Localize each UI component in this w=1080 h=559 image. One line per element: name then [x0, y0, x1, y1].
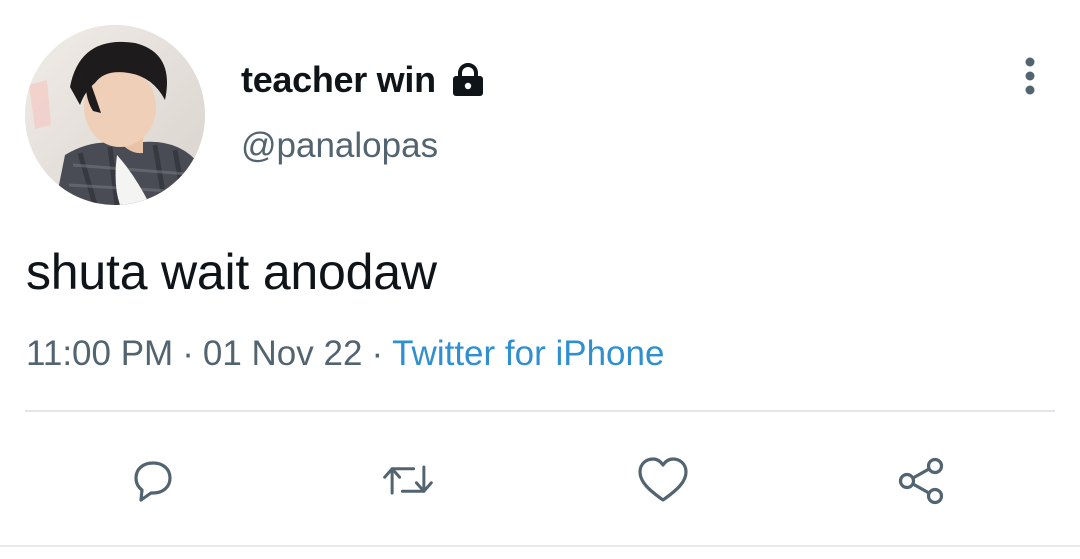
more-options-icon[interactable]	[1010, 56, 1050, 100]
lock-icon	[450, 62, 486, 98]
display-name[interactable]: teacher win	[241, 58, 436, 102]
reply-button[interactable]	[125, 452, 181, 508]
tweet-source-link[interactable]: Twitter for iPhone	[392, 334, 664, 373]
tweet-date: 01 Nov 22	[202, 334, 363, 373]
avatar-photo	[25, 25, 205, 205]
comment-bubble-icon	[134, 461, 172, 502]
tweet-meta: 11:00 PM · 01 Nov 22 · Twitter for iPhone	[26, 332, 664, 376]
like-button[interactable]	[635, 452, 691, 508]
retweet-arrows-icon	[383, 465, 433, 495]
share-button[interactable]	[893, 452, 949, 508]
avatar[interactable]	[25, 25, 205, 205]
meta-separator: ·	[182, 334, 194, 373]
retweet-button[interactable]	[380, 452, 436, 508]
author-name-row[interactable]: teacher win	[241, 58, 486, 102]
tweet-text: shuta wait anodaw	[26, 244, 437, 300]
share-icon	[898, 457, 944, 505]
divider	[0, 545, 1080, 547]
heart-icon	[638, 457, 688, 502]
meta-separator: ·	[371, 334, 384, 373]
tweet-detail: teacher win @panalopas shuta wait anodaw…	[0, 0, 1080, 559]
tweet-time: 11:00 PM	[26, 334, 174, 373]
author-handle[interactable]: @panalopas	[241, 124, 438, 168]
divider	[25, 410, 1055, 412]
